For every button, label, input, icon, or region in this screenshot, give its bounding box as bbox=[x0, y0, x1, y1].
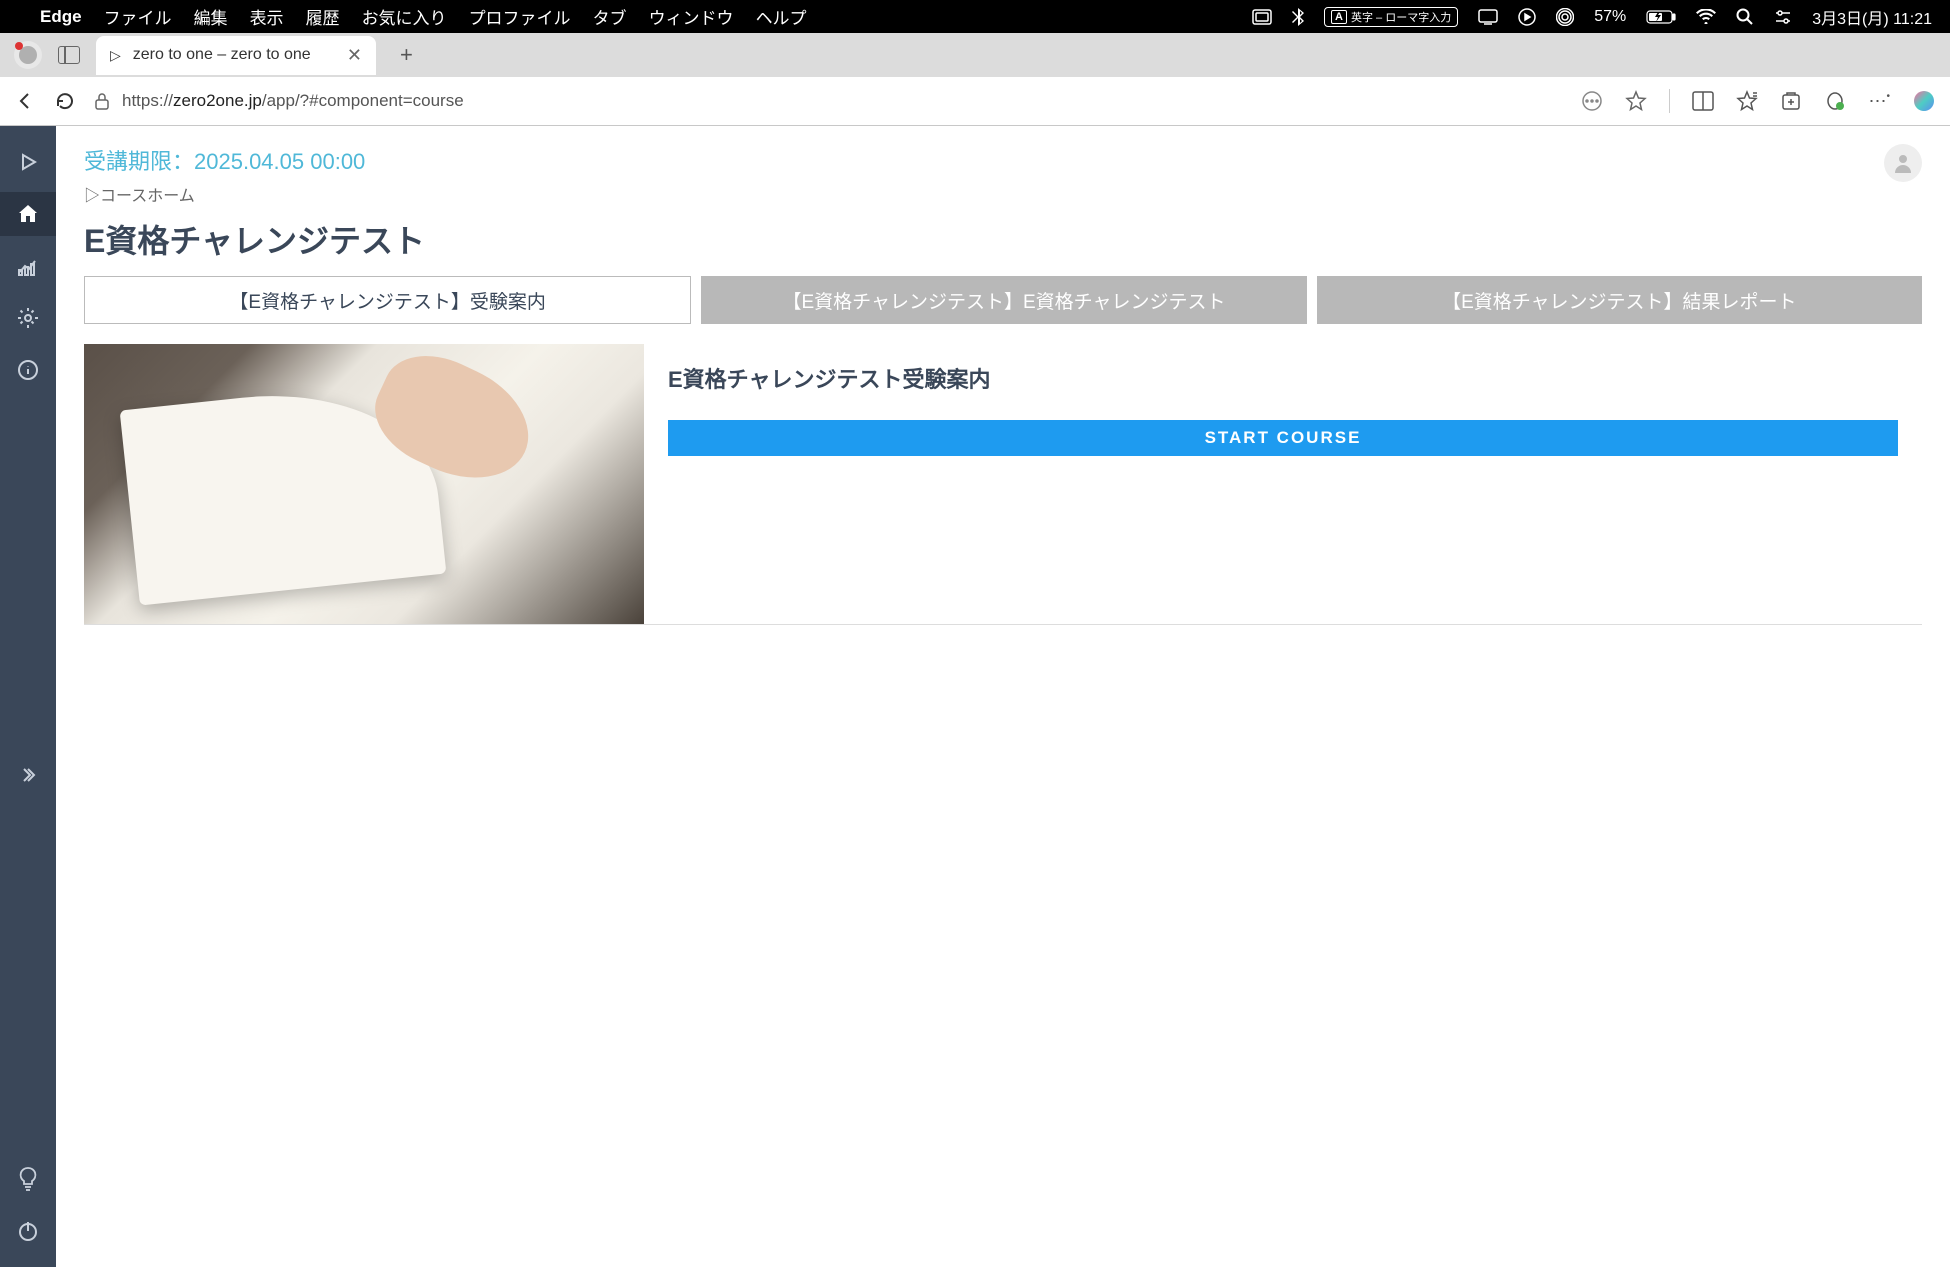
menubar-left: Edge ファイル 編集 表示 履歴 お気に入り プロファイル タブ ウィンドウ… bbox=[18, 4, 807, 29]
wifi-icon[interactable] bbox=[1696, 9, 1716, 24]
course-panel: E資格チャレンジテスト受験案内 START COURSE bbox=[84, 344, 1922, 625]
menu-tab[interactable]: タブ bbox=[593, 4, 627, 29]
menu-file[interactable]: ファイル bbox=[104, 4, 172, 29]
browser-tab[interactable]: ▷ zero to one – zero to one ✕ bbox=[96, 36, 376, 75]
tab-close-icon[interactable]: ✕ bbox=[347, 45, 362, 66]
sidebar-item-expand[interactable] bbox=[0, 753, 56, 797]
spotlight-icon[interactable] bbox=[1736, 8, 1754, 26]
collections-icon[interactable] bbox=[1780, 90, 1802, 112]
course-tab-test[interactable]: 【E資格チャレンジテスト】E資格チャレンジテスト bbox=[701, 276, 1306, 324]
control-center-icon[interactable] bbox=[1774, 9, 1792, 25]
menu-window[interactable]: ウィンドウ bbox=[649, 4, 734, 29]
start-course-button[interactable]: START COURSE bbox=[668, 420, 1898, 456]
favorite-star-icon[interactable] bbox=[1625, 90, 1647, 112]
more-menu-icon[interactable]: ⋯• bbox=[1868, 91, 1890, 112]
copilot-icon[interactable] bbox=[1912, 89, 1936, 113]
course-tab-report[interactable]: 【E資格チャレンジテスト】結果レポート bbox=[1317, 276, 1922, 324]
nav-back-button[interactable] bbox=[14, 90, 36, 112]
sidebar-item-info[interactable] bbox=[0, 348, 56, 392]
menubar-app-name[interactable]: Edge bbox=[40, 7, 82, 27]
shopping-icon[interactable] bbox=[1824, 90, 1846, 112]
tab-title: zero to one – zero to one bbox=[133, 46, 311, 64]
battery-icon[interactable] bbox=[1646, 10, 1676, 24]
ime-label: 英字 – ローマ字入力 bbox=[1351, 9, 1451, 25]
nav-reload-button[interactable] bbox=[54, 90, 76, 112]
menu-profile[interactable]: プロファイル bbox=[469, 4, 571, 29]
breadcrumb[interactable]: ▷コースホーム bbox=[84, 182, 1922, 206]
stage-manager-icon[interactable] bbox=[1252, 9, 1272, 25]
deadline-text: 受講期限：2025.04.05 00:00 bbox=[84, 144, 1922, 176]
sidebar-item-analytics[interactable] bbox=[0, 244, 56, 288]
battery-percent: 57% bbox=[1594, 8, 1626, 26]
address-actions: ⋯• bbox=[1581, 89, 1936, 113]
sidebar-item-hint[interactable] bbox=[0, 1157, 56, 1201]
sidebar-item-power[interactable] bbox=[0, 1209, 56, 1253]
address-bar[interactable]: https://zero2one.jp/app/?#component=cour… bbox=[94, 91, 1563, 111]
browser-chrome: ▷ zero to one – zero to one ✕ + https://… bbox=[0, 33, 1950, 126]
course-subtitle: E資格チャレンジテスト受験案内 bbox=[668, 362, 1898, 394]
course-info: E資格チャレンジテスト受験案内 START COURSE bbox=[644, 344, 1922, 624]
app-sidebar bbox=[0, 126, 56, 1267]
menu-edit[interactable]: 編集 bbox=[194, 4, 228, 29]
course-thumbnail bbox=[84, 344, 644, 624]
tab-favicon-icon: ▷ bbox=[110, 47, 121, 64]
macos-menubar: Edge ファイル 編集 表示 履歴 お気に入り プロファイル タブ ウィンドウ… bbox=[0, 0, 1950, 33]
sidebar-item-settings[interactable] bbox=[0, 296, 56, 340]
bluetooth-icon[interactable] bbox=[1292, 8, 1304, 26]
app-body: 受講期限：2025.04.05 00:00 ▷コースホーム E資格チャレンジテス… bbox=[0, 126, 1950, 1267]
airdrop-icon[interactable] bbox=[1556, 8, 1574, 26]
now-playing-icon[interactable] bbox=[1518, 8, 1536, 26]
browser-tab-row: ▷ zero to one – zero to one ✕ + bbox=[0, 33, 1950, 77]
menubar-datetime[interactable]: 3月3日(月) 11:21 bbox=[1812, 5, 1932, 29]
sidebar-item-play[interactable] bbox=[0, 140, 56, 184]
new-tab-button[interactable]: + bbox=[392, 42, 421, 68]
page-info-icon[interactable] bbox=[1581, 90, 1603, 112]
favorites-bar-icon[interactable] bbox=[1736, 90, 1758, 112]
browser-address-row: https://zero2one.jp/app/?#component=cour… bbox=[0, 77, 1950, 125]
ime-indicator[interactable]: A 英字 – ローマ字入力 bbox=[1324, 7, 1458, 27]
course-tab-guide[interactable]: 【E資格チャレンジテスト】受験案内 bbox=[84, 276, 691, 324]
menu-view[interactable]: 表示 bbox=[250, 4, 284, 29]
user-avatar[interactable] bbox=[1884, 144, 1922, 182]
menu-help[interactable]: ヘルプ bbox=[756, 4, 807, 29]
sidebar-item-home[interactable] bbox=[0, 192, 56, 236]
lock-icon bbox=[94, 92, 110, 110]
menu-favorites[interactable]: お気に入り bbox=[362, 4, 447, 29]
main-content: 受講期限：2025.04.05 00:00 ▷コースホーム E資格チャレンジテス… bbox=[56, 126, 1950, 1267]
screen-mirror-icon[interactable] bbox=[1478, 9, 1498, 25]
page-title: E資格チャレンジテスト bbox=[84, 216, 1922, 262]
browser-profile-button[interactable] bbox=[14, 41, 42, 69]
browser-sidebar-toggle-icon[interactable] bbox=[58, 46, 80, 64]
course-tabs: 【E資格チャレンジテスト】受験案内 【E資格チャレンジテスト】E資格チャレンジテ… bbox=[84, 276, 1922, 324]
menubar-right: A 英字 – ローマ字入力 57% 3月3日(月) 11:21 bbox=[1252, 5, 1932, 29]
url-text: https://zero2one.jp/app/?#component=cour… bbox=[122, 91, 464, 111]
split-screen-icon[interactable] bbox=[1692, 91, 1714, 111]
menu-history[interactable]: 履歴 bbox=[306, 4, 340, 29]
